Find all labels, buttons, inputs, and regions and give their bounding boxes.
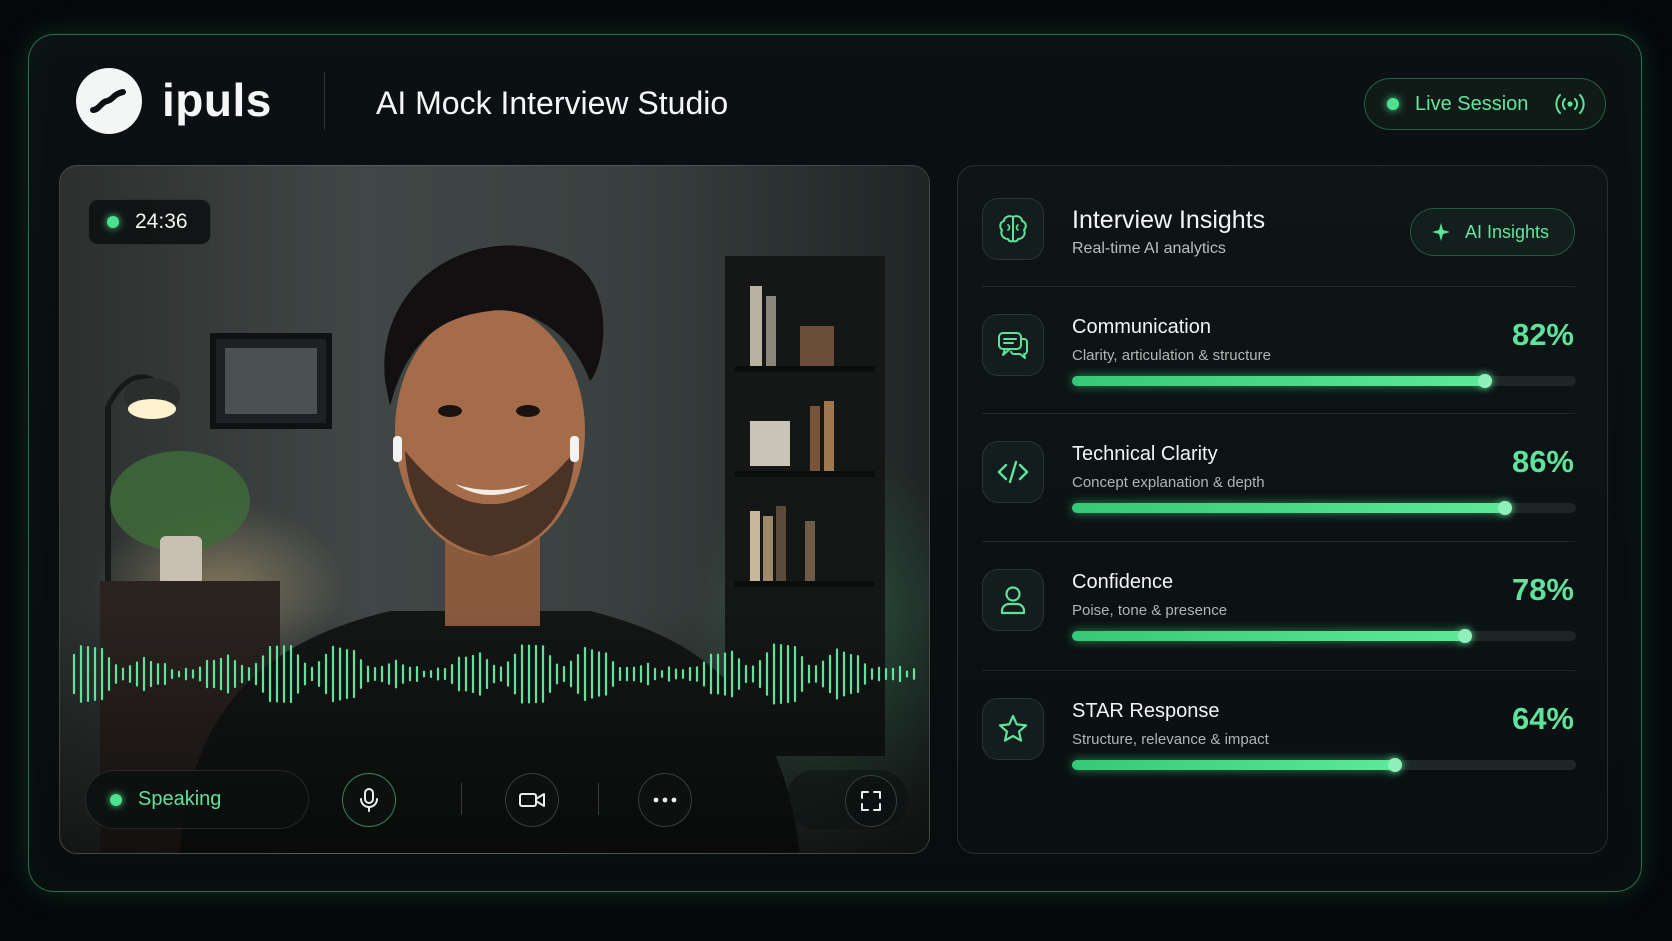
live-session-label: Live Session: [1415, 92, 1529, 115]
brain-icon: [999, 215, 1027, 243]
more-icon: [653, 797, 677, 803]
metric-progress-fill: [1072, 503, 1506, 513]
mic-icon: [360, 788, 378, 812]
metric-icon-tile: [982, 441, 1044, 503]
metric-name: Technical Clarity: [1072, 443, 1218, 465]
metric-progress-knob: [1458, 629, 1473, 643]
row-divider: [982, 670, 1575, 671]
recording-dot: [107, 216, 119, 228]
ai-insights-label: AI Insights: [1465, 221, 1550, 242]
page-title: AI Mock Interview Studio: [376, 85, 729, 121]
user-icon: [998, 584, 1028, 616]
fullscreen-button[interactable]: [845, 775, 897, 827]
control-divider: [598, 783, 599, 815]
metric-name: STAR Response: [1072, 700, 1220, 722]
fullscreen-icon: [861, 791, 881, 811]
camera-button[interactable]: [505, 773, 559, 827]
star-icon: [997, 713, 1029, 745]
speaking-label: Speaking: [138, 788, 222, 810]
metric-progress-fill: [1072, 376, 1486, 386]
metric-progress-fill: [1072, 760, 1395, 770]
metric-icon-tile: [982, 314, 1044, 376]
mic-button[interactable]: [342, 773, 396, 827]
timer-text: 24:36: [135, 210, 188, 233]
insights-panel: Interview Insights Real-time AI analytic…: [957, 165, 1608, 854]
metric-icon-tile: [982, 698, 1044, 760]
more-options-button[interactable]: [638, 773, 692, 827]
code-icon: [996, 459, 1030, 485]
row-divider: [982, 541, 1575, 542]
metric-value: 86%: [1511, 444, 1574, 479]
metric-description: Structure, relevance & impact: [1072, 731, 1269, 748]
metric-progress-track: [1072, 758, 1576, 772]
session-timer: 24:36: [88, 199, 211, 245]
metric-name: Communication: [1072, 316, 1211, 338]
metric-value: 82%: [1511, 317, 1574, 352]
sparkle-icon: [1432, 223, 1450, 241]
metric-icon-tile: [982, 569, 1044, 631]
video-feed[interactable]: 24:36 Speaking: [59, 165, 930, 854]
insights-title: Interview Insights: [1072, 206, 1266, 234]
video-camera-icon: [519, 793, 545, 807]
speaking-dot: [110, 793, 122, 806]
insights-subtitle: Real-time AI analytics: [1072, 240, 1226, 257]
metric-description: Poise, tone & presence: [1072, 602, 1228, 619]
speaking-indicator: Speaking: [85, 770, 309, 829]
live-session-badge[interactable]: Live Session: [1364, 78, 1606, 130]
broadcast-icon: [1554, 93, 1586, 115]
metric-name: Confidence: [1072, 571, 1174, 593]
video-scene-image: [60, 245, 929, 853]
metric-value: 78%: [1511, 572, 1574, 607]
metric-progress-fill: [1072, 631, 1466, 641]
metric-description: Clarity, articulation & structure: [1072, 347, 1271, 364]
control-divider: [461, 783, 462, 815]
metric-progress-knob: [1387, 758, 1402, 772]
metric-progress-knob: [1478, 374, 1493, 388]
metric-progress-track: [1072, 374, 1576, 388]
metric-description: Concept explanation & depth: [1072, 474, 1265, 491]
row-divider: [982, 413, 1575, 414]
live-status-dot: [1387, 98, 1399, 110]
metric-progress-track: [1072, 629, 1576, 643]
metric-progress-track: [1072, 501, 1576, 515]
chat-icon: [996, 330, 1030, 360]
logo-icon: [76, 68, 142, 134]
metric-value: 64%: [1511, 701, 1574, 736]
metric-progress-knob: [1498, 501, 1513, 515]
brain-icon-tile: [982, 198, 1044, 260]
header-divider: [324, 72, 325, 130]
row-divider: [982, 286, 1575, 287]
brand-name: ipuls: [162, 74, 272, 126]
ai-insights-button[interactable]: AI Insights: [1410, 208, 1575, 256]
